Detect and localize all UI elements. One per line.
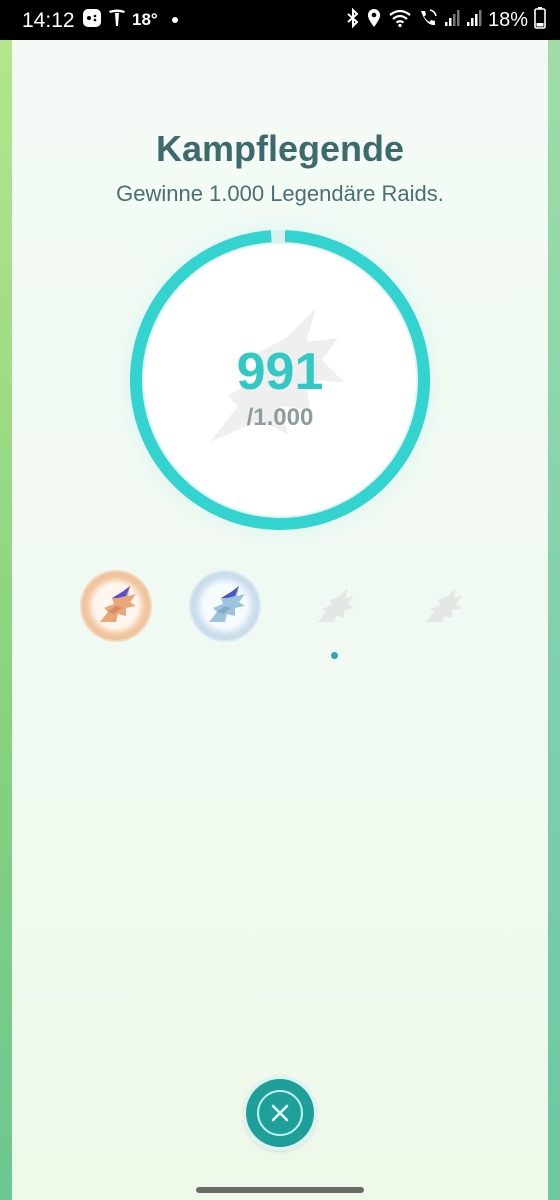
medal-tier-platinum-locked[interactable] bbox=[418, 582, 468, 632]
medal-progress-ring: 991 /1.000 bbox=[110, 210, 450, 550]
right-edge-decoration bbox=[548, 40, 560, 1200]
close-button[interactable] bbox=[246, 1079, 314, 1147]
wifi-icon bbox=[388, 8, 412, 33]
medal-tier-gold-locked[interactable] bbox=[310, 582, 360, 632]
dragon-icon bbox=[209, 586, 245, 622]
progress-value: 991 bbox=[236, 343, 324, 401]
progress-total: /1.000 bbox=[246, 404, 314, 431]
ring-center: 991 /1.000 bbox=[110, 210, 450, 550]
tier-page-indicator bbox=[331, 652, 338, 659]
medal-description: Gewinne 1.000 Legendäre Raids. bbox=[116, 181, 444, 206]
notification-dot-icon bbox=[171, 17, 178, 23]
status-right-icons: 18% bbox=[346, 6, 546, 34]
status-bar: 14:12 18° 18% bbox=[0, 0, 560, 40]
battery-percent: 18% bbox=[487, 8, 528, 31]
medal-title: Kampflegende bbox=[155, 128, 405, 169]
medal-tier-bronze[interactable] bbox=[82, 572, 150, 640]
left-edge-decoration bbox=[0, 40, 12, 1200]
close-icon bbox=[271, 1104, 289, 1122]
location-pin-icon bbox=[366, 8, 382, 33]
wifi-call-icon bbox=[418, 8, 438, 33]
tesla-icon bbox=[108, 8, 126, 33]
status-temperature: 18° bbox=[132, 10, 158, 29]
game-controller-icon bbox=[82, 8, 102, 33]
signal-icon bbox=[466, 8, 482, 33]
status-time: 14:12 bbox=[22, 9, 75, 32]
battery-icon bbox=[534, 6, 546, 34]
dragon-silhouette-icon bbox=[318, 588, 354, 622]
gesture-nav-handle[interactable] bbox=[196, 1187, 364, 1193]
bluetooth-icon bbox=[346, 7, 360, 33]
signal-icon bbox=[444, 8, 460, 33]
medal-tier-silver[interactable] bbox=[191, 572, 259, 640]
dragon-silhouette-icon bbox=[426, 588, 462, 622]
status-left-icons: 18° bbox=[82, 8, 178, 33]
dragon-icon bbox=[100, 586, 136, 622]
